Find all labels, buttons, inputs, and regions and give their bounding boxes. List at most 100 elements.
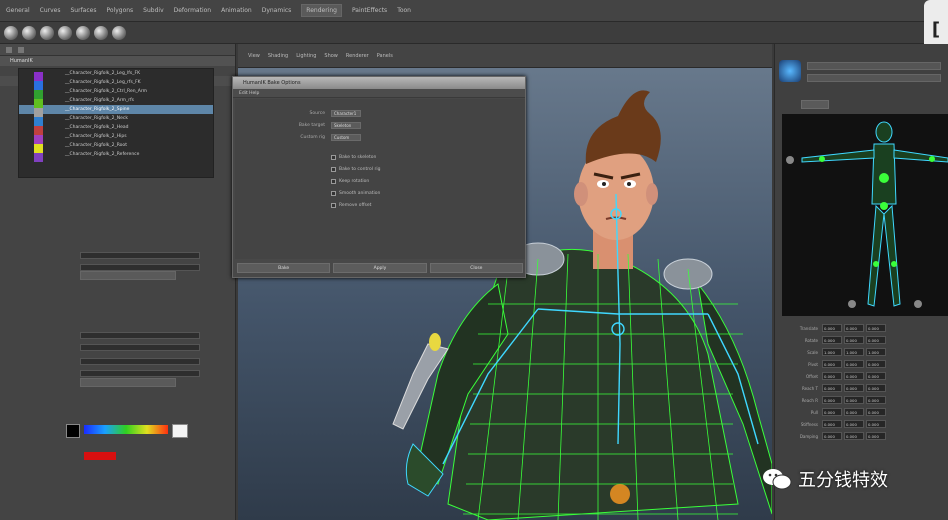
outliner-tree[interactable]: __Character_Rigfolk_2_Leg_lfs_FK __Charac…: [18, 68, 214, 178]
attribute-value[interactable]: 0.000: [822, 360, 842, 368]
outliner-row[interactable]: __Character_Rigfolk_2_Hips: [19, 132, 213, 141]
checkbox[interactable]: [331, 179, 336, 184]
attribute-value[interactable]: 0.000: [866, 360, 886, 368]
attribute-value[interactable]: 1.000: [822, 348, 842, 356]
dialog-menu-item[interactable]: Help: [249, 91, 259, 96]
outliner-row[interactable]: __Character_Rigfolk_2_Reference: [19, 150, 213, 159]
layer-color-swatch[interactable]: [34, 144, 43, 153]
control-field[interactable]: [80, 357, 200, 365]
attribute-value[interactable]: 0.000: [866, 372, 886, 380]
menu-item[interactable]: General: [6, 7, 30, 14]
dialog-button-apply[interactable]: Apply: [333, 263, 427, 273]
outliner-row[interactable]: __Character_Rigfolk_2_Arm_rfs: [19, 96, 213, 105]
character-dropdown[interactable]: [807, 62, 941, 70]
outliner-row[interactable]: __Character_Rigfolk_2_Head: [19, 123, 213, 132]
attribute-value[interactable]: 0.000: [822, 372, 842, 380]
outliner-row[interactable]: __Character_Rigfolk_2_Ctrl_Ren_Arm: [19, 87, 213, 96]
menu-item[interactable]: Toon: [397, 7, 411, 14]
layer-color-swatch[interactable]: [34, 126, 43, 135]
layer-color-swatch[interactable]: [34, 72, 43, 81]
attribute-value[interactable]: 1.000: [844, 348, 864, 356]
dialog-button-bake[interactable]: Bake: [237, 263, 331, 273]
attribute-value[interactable]: 0.000: [844, 360, 864, 368]
control-field[interactable]: [80, 369, 200, 377]
attribute-value[interactable]: 0.000: [866, 432, 886, 440]
menu-item[interactable]: PaintEffects: [352, 7, 387, 14]
apply-button[interactable]: [80, 271, 176, 280]
red-color-bar[interactable]: [84, 452, 116, 460]
attribute-value[interactable]: 0.000: [844, 396, 864, 404]
attribute-value[interactable]: 0.000: [822, 408, 842, 416]
color-swatch-black[interactable]: [66, 424, 80, 438]
layer-color-swatch[interactable]: [34, 108, 43, 117]
control-field[interactable]: [80, 251, 200, 259]
outliner-row[interactable]: __Character_Rigfolk_2_Root: [19, 141, 213, 150]
shelf-tool-icon[interactable]: [76, 25, 90, 40]
checkbox[interactable]: [331, 167, 336, 172]
outliner-row[interactable]: __Character_Rigfolk_2_Leg_lfs_FK: [19, 69, 213, 78]
attribute-value[interactable]: 0.000: [822, 336, 842, 344]
attribute-value[interactable]: 0.000: [866, 324, 886, 332]
reset-button[interactable]: [80, 378, 176, 387]
attribute-value[interactable]: 1.000: [866, 348, 886, 356]
shelf-tool-icon[interactable]: [58, 25, 72, 40]
attribute-value[interactable]: 0.000: [822, 396, 842, 404]
character-controls-preview[interactable]: [782, 114, 948, 316]
shelf-tool-icon[interactable]: [22, 25, 36, 40]
attribute-value[interactable]: 0.000: [822, 432, 842, 440]
shelf-tool-icon[interactable]: [40, 25, 54, 40]
dialog-field-value[interactable]: Character1: [331, 110, 361, 117]
layer-color-swatch[interactable]: [34, 81, 43, 90]
attribute-value[interactable]: 0.000: [844, 420, 864, 428]
menu-item[interactable]: Animation: [221, 7, 252, 14]
color-ramp-slider[interactable]: [84, 425, 168, 434]
toolbar-icon[interactable]: [6, 46, 12, 53]
control-field[interactable]: [80, 343, 200, 351]
character-icon[interactable]: [779, 60, 801, 82]
dialog-field-value[interactable]: Custom: [331, 134, 361, 141]
dialog-menu-item[interactable]: Edit: [239, 91, 249, 96]
attribute-value[interactable]: 0.000: [822, 384, 842, 392]
control-field[interactable]: [80, 331, 200, 339]
attribute-value[interactable]: 0.000: [844, 408, 864, 416]
menu-item[interactable]: Polygons: [106, 7, 133, 14]
attribute-value[interactable]: 0.000: [822, 420, 842, 428]
layer-color-swatch[interactable]: [34, 153, 43, 162]
menu-item[interactable]: Dynamics: [262, 7, 292, 14]
checkbox[interactable]: [331, 203, 336, 208]
dialog-button-close[interactable]: Close: [429, 263, 523, 273]
control-field[interactable]: [80, 263, 200, 271]
menu-item[interactable]: Surfaces: [70, 7, 96, 14]
color-swatch-white[interactable]: [172, 424, 188, 438]
checkbox[interactable]: [331, 155, 336, 160]
dialog-field-value[interactable]: Skeleton: [331, 122, 361, 129]
attribute-value[interactable]: 0.000: [866, 420, 886, 428]
attribute-value[interactable]: 0.000: [844, 372, 864, 380]
outliner-row[interactable]: __Character_Rigfolk_2_Spine: [19, 105, 213, 114]
menu-item[interactable]: Subdiv: [143, 7, 163, 14]
menu-item[interactable]: Curves: [40, 7, 61, 14]
hip-effector[interactable]: [610, 484, 630, 504]
checkbox[interactable]: [331, 191, 336, 196]
layer-color-swatch[interactable]: [34, 90, 43, 99]
shelf-tool-icon[interactable]: [112, 25, 126, 40]
shelf-tool-icon[interactable]: [4, 25, 18, 40]
layer-color-swatch[interactable]: [34, 117, 43, 126]
attribute-value[interactable]: 0.000: [844, 432, 864, 440]
attribute-value[interactable]: 0.000: [866, 408, 886, 416]
attribute-value[interactable]: 0.000: [866, 396, 886, 404]
menu-item[interactable]: Rendering: [301, 4, 342, 17]
attribute-value[interactable]: 0.000: [866, 384, 886, 392]
attribute-value[interactable]: 0.000: [822, 324, 842, 332]
attribute-value[interactable]: 0.000: [844, 384, 864, 392]
layer-color-swatch[interactable]: [34, 99, 43, 108]
attribute-value[interactable]: 0.000: [844, 324, 864, 332]
layer-color-swatch[interactable]: [34, 135, 43, 144]
shelf-tool-icon[interactable]: [94, 25, 108, 40]
source-dropdown[interactable]: [807, 74, 941, 82]
menu-item[interactable]: Deformation: [174, 7, 211, 14]
tab-definition[interactable]: [801, 100, 829, 109]
outliner-row[interactable]: __Character_Rigfolk_2_Neck: [19, 114, 213, 123]
outliner-row[interactable]: __Character_Rigfolk_2_Leg_rfs_FK: [19, 78, 213, 87]
toolbar-icon[interactable]: [18, 46, 24, 53]
